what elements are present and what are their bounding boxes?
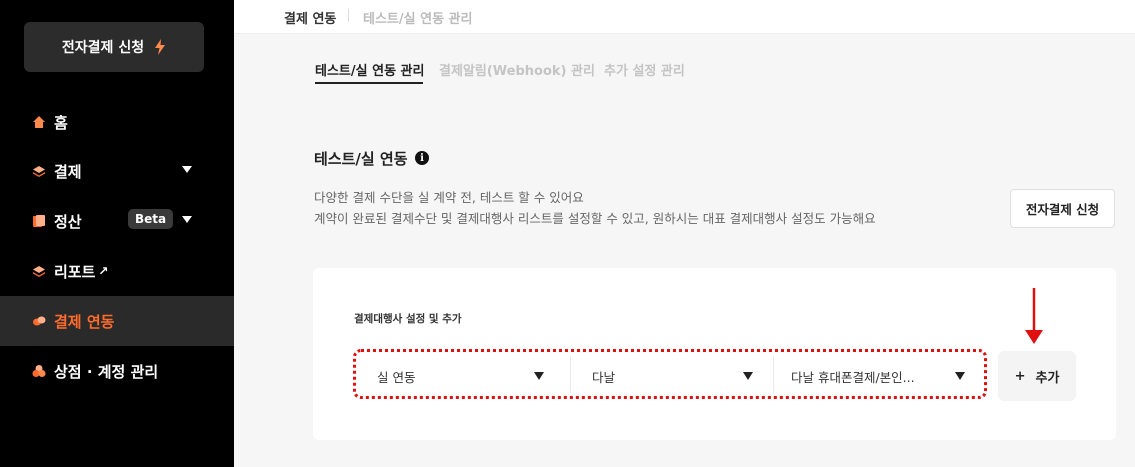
sidebar-item-label: 리포트 <box>54 262 96 281</box>
beta-badge: Beta <box>128 209 174 229</box>
layers-icon <box>33 166 45 177</box>
lightning-icon <box>155 39 166 55</box>
apply-payment-button[interactable]: 전자결제 신청 <box>1010 189 1115 228</box>
method-select[interactable]: 다날 휴대폰결제/본인... <box>777 357 979 395</box>
chevron-down-icon <box>955 372 965 380</box>
sidebar-item-payment[interactable]: 결제 <box>0 146 234 196</box>
section-title: 테스트/실 연동 <box>314 150 408 168</box>
link-icon <box>33 316 46 326</box>
tab-test-live[interactable]: 테스트/실 연동 관리 <box>315 60 424 79</box>
pg-select-value: 다날 <box>592 369 616 385</box>
sidebar-item-label: 홈 <box>54 113 68 132</box>
sidebar-item-label: 결제 <box>54 162 82 181</box>
sidebar-item-home[interactable]: 홈 <box>0 97 234 147</box>
mode-select[interactable]: 실 연동 <box>362 357 558 395</box>
sidebar-apply-button[interactable]: 전자결제 신청 <box>24 22 204 72</box>
external-link-icon: ↗ <box>98 264 109 278</box>
document-icon <box>33 215 45 227</box>
store-icon <box>32 365 46 377</box>
select-divider <box>570 357 571 393</box>
annotation-arrow-icon <box>1025 288 1043 344</box>
card-label: 결제대행사 설정 및 추가 <box>354 313 462 325</box>
section-description: 계약이 완료된 결제수단 및 결제대행사 리스트를 설정할 수 있고, 원하시는… <box>314 211 876 226</box>
add-button-label: 추가 <box>1035 370 1060 386</box>
apply-button-label: 전자결제 신청 <box>61 40 145 56</box>
sidebar-item-label: 정산 <box>54 212 82 231</box>
chevron-down-icon[interactable] <box>182 166 192 173</box>
method-select-value: 다날 휴대폰결제/본인... <box>791 369 915 385</box>
section-description: 다양한 결제 수단을 실 계약 전, 테스트 할 수 있어요 <box>314 190 584 205</box>
chevron-down-icon[interactable] <box>182 216 192 223</box>
sidebar-item-integration[interactable]: 결제 연동 <box>0 296 234 346</box>
sidebar-item-label: 결제 연동 <box>54 312 115 331</box>
sidebar: 전자결제 신청 홈 결제 정산 Beta 리포트 ↗ 결제 연동 상점 · 계정… <box>0 0 234 467</box>
chevron-down-icon <box>743 372 753 380</box>
pg-select[interactable]: 다날 <box>577 357 767 395</box>
mode-select-value: 실 연동 <box>377 369 416 385</box>
chevron-down-icon <box>534 372 544 380</box>
plus-icon: + <box>1014 368 1026 384</box>
sidebar-item-label: 상점 · 계정 관리 <box>54 362 159 381</box>
top-bar: 결제 연동 테스트/실 연동 관리 <box>234 0 1135 34</box>
breadcrumb-sub[interactable]: 테스트/실 연동 관리 <box>363 8 472 27</box>
tab-extra-settings[interactable]: 추가 설정 관리 <box>604 60 685 79</box>
breadcrumb-current[interactable]: 결제 연동 <box>284 8 336 27</box>
active-tab-indicator <box>315 82 423 84</box>
sidebar-item-settlement[interactable]: 정산 Beta <box>0 196 234 246</box>
add-button[interactable]: + 추가 <box>998 351 1076 401</box>
sidebar-item-report[interactable]: 리포트 ↗ <box>0 246 234 296</box>
tab-webhook[interactable]: 결제알림(Webhook) 관리 <box>439 60 595 79</box>
breadcrumb-divider <box>348 9 349 22</box>
info-icon[interactable]: i <box>415 151 429 165</box>
layers-icon <box>33 266 45 277</box>
home-icon <box>33 116 45 128</box>
sidebar-item-store-account[interactable]: 상점 · 계정 관리 <box>0 346 234 396</box>
select-divider <box>773 357 774 393</box>
